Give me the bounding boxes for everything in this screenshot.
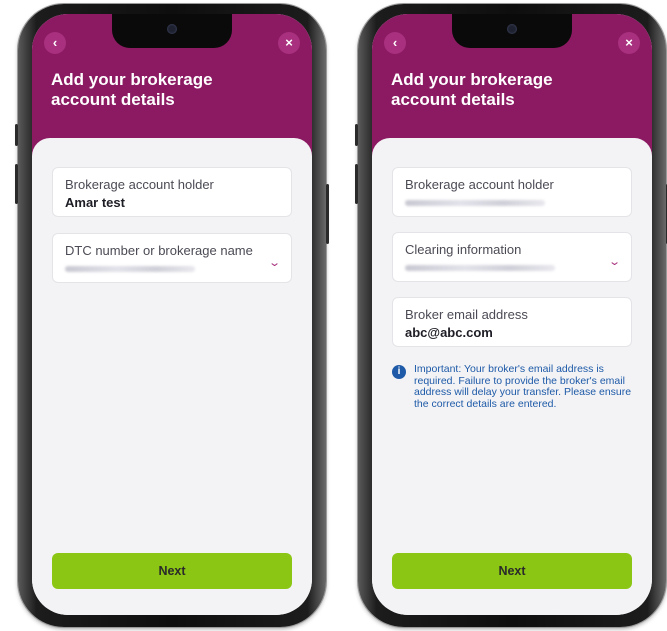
close-button[interactable]: × [618,32,640,54]
field-label: Brokerage account holder [65,177,214,192]
next-button[interactable]: Next [52,553,292,589]
redacted-value [65,266,195,272]
screen-right: ‹ × Add your brokerage account details B… [372,14,652,615]
notch [452,14,572,48]
chevron-down-icon: ⌄ [607,256,621,268]
screen-left: ‹ × Add your brokerage account details B… [32,14,312,615]
field-label: Broker email address [405,307,528,322]
account-holder-field[interactable]: Brokerage account holder Amar test [52,167,292,217]
page-title: Add your brokerage account details [391,70,553,109]
phone-frame-left: ‹ × Add your brokerage account details B… [15,4,329,627]
field-label: DTC number or brokerage name [65,243,253,258]
power-button [326,184,329,244]
next-button[interactable]: Next [392,553,632,589]
clearing-information-select[interactable]: Clearing information ⌄ [392,232,632,282]
side-button [15,124,18,146]
close-button[interactable]: × [278,32,300,54]
camera [507,24,517,34]
broker-email-field[interactable]: Broker email address abc@abc.com [392,297,632,347]
dtc-number-select[interactable]: DTC number or brokerage name ⌄ [52,233,292,283]
redacted-value [405,200,545,206]
chevron-left-icon: ‹ [392,35,398,50]
field-value: Amar test [65,195,125,210]
field-value: abc@abc.com [405,325,493,340]
volume-button [355,164,358,204]
info-text: Important: Your broker's email address i… [414,363,632,410]
back-button[interactable]: ‹ [384,32,406,54]
camera [167,24,177,34]
phone-frame-right: ‹ × Add your brokerage account details B… [355,4,667,627]
account-holder-field[interactable]: Brokerage account holder [392,167,632,217]
info-icon: i [392,365,406,379]
chevron-down-icon: ⌄ [267,257,281,269]
redacted-value [405,265,555,271]
field-label: Clearing information [405,242,522,257]
back-button[interactable]: ‹ [44,32,66,54]
content-card: Brokerage account holder Clearing inform… [372,138,652,615]
close-icon: × [285,35,293,50]
content-card: Brokerage account holder Amar test DTC n… [32,138,312,615]
close-icon: × [625,35,633,50]
volume-button [15,164,18,204]
chevron-left-icon: ‹ [52,35,58,50]
field-label: Brokerage account holder [405,177,554,192]
notch [112,14,232,48]
page-title: Add your brokerage account details [51,70,213,109]
side-button [355,124,358,146]
info-notice: i Important: Your broker's email address… [392,363,632,410]
